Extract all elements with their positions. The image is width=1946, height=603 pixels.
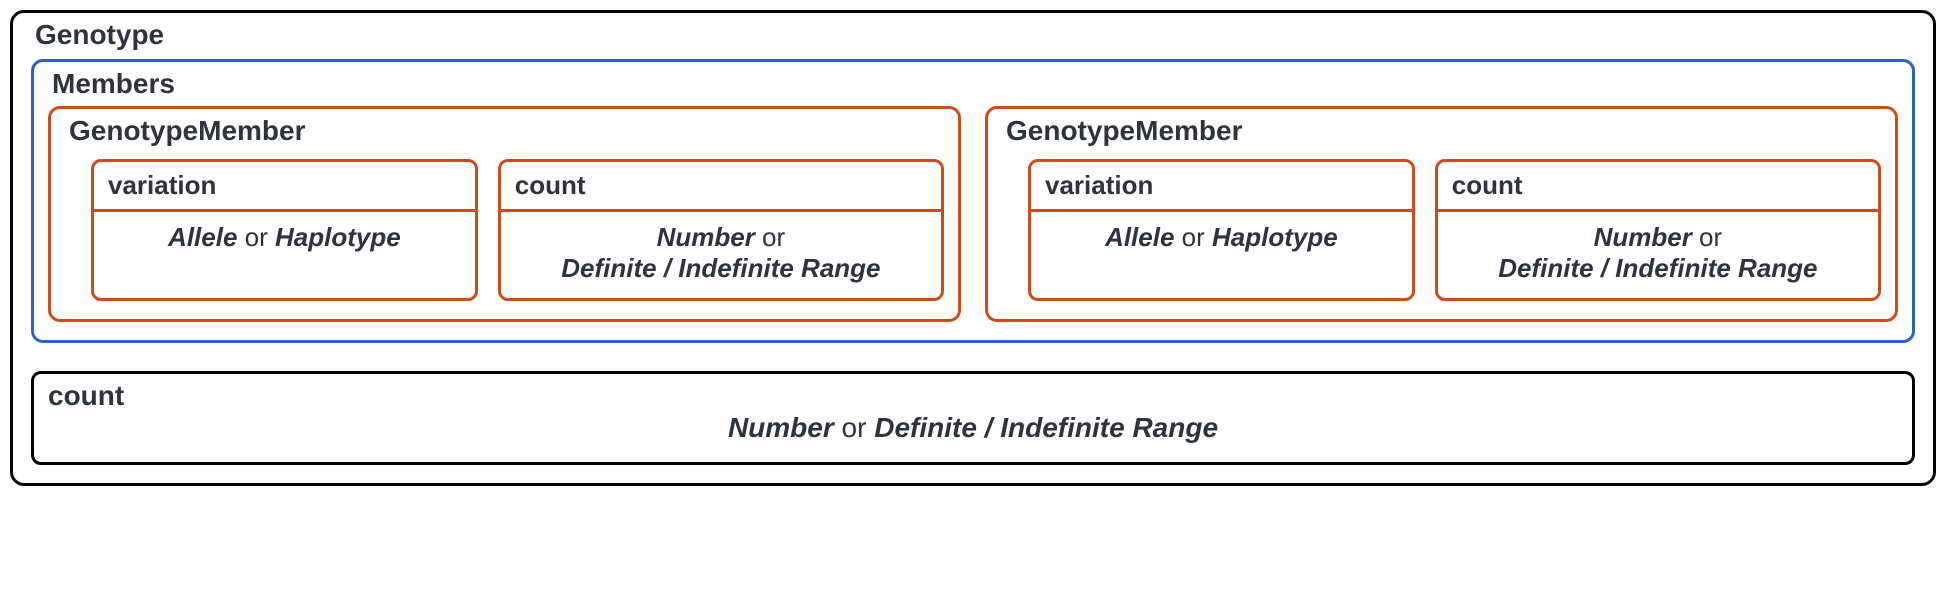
member-inner: variation Allele or Haplotype count Numb…: [1002, 159, 1881, 301]
variation-value: Allele or Haplotype: [94, 212, 475, 267]
variation-or: or: [1174, 222, 1212, 252]
count-option-a: Number: [728, 412, 834, 443]
variation-field: variation Allele or Haplotype: [91, 159, 478, 301]
genotype-title: Genotype: [31, 15, 1915, 57]
variation-option-b: Haplotype: [275, 222, 401, 252]
members-title: Members: [48, 64, 1898, 106]
count-or: or: [755, 222, 785, 252]
genotype-count-value: Number or Definite / Indefinite Range: [48, 382, 1898, 444]
genotype-member-title: GenotypeMember: [1002, 111, 1881, 153]
count-option-b: Definite / Indefinite Range: [561, 253, 880, 283]
variation-option-a: Allele: [168, 222, 237, 252]
genotype-count-box: count Number or Definite / Indefinite Ra…: [31, 371, 1915, 465]
members-box: Members GenotypeMember variation Allele …: [31, 59, 1915, 343]
member-count-value: Number or Definite / Indefinite Range: [501, 212, 941, 298]
genotype-member-box: GenotypeMember variation Allele or Haplo…: [985, 106, 1898, 322]
count-option-a: Number: [657, 222, 755, 252]
variation-value: Allele or Haplotype: [1031, 212, 1412, 267]
variation-field: variation Allele or Haplotype: [1028, 159, 1415, 301]
count-option-b: Definite / Indefinite Range: [1498, 253, 1817, 283]
member-count-field: count Number or Definite / Indefinite Ra…: [498, 159, 944, 301]
count-option-b: Definite / Indefinite Range: [874, 412, 1218, 443]
genotype-count-label: count: [48, 380, 124, 412]
member-count-field: count Number or Definite / Indefinite Ra…: [1435, 159, 1881, 301]
genotype-box: Genotype Members GenotypeMember variatio…: [10, 10, 1936, 486]
member-count-label: count: [1438, 162, 1878, 212]
variation-option-a: Allele: [1105, 222, 1174, 252]
variation-label: variation: [1031, 162, 1412, 212]
member-count-label: count: [501, 162, 941, 212]
variation-label: variation: [94, 162, 475, 212]
variation-option-b: Haplotype: [1212, 222, 1338, 252]
count-or: or: [834, 412, 874, 443]
members-row: GenotypeMember variation Allele or Haplo…: [48, 106, 1898, 322]
variation-or: or: [237, 222, 275, 252]
genotype-member-title: GenotypeMember: [65, 111, 944, 153]
genotype-member-box: GenotypeMember variation Allele or Haplo…: [48, 106, 961, 322]
count-option-a: Number: [1594, 222, 1692, 252]
member-inner: variation Allele or Haplotype count Numb…: [65, 159, 944, 301]
count-or: or: [1692, 222, 1722, 252]
member-count-value: Number or Definite / Indefinite Range: [1438, 212, 1878, 298]
